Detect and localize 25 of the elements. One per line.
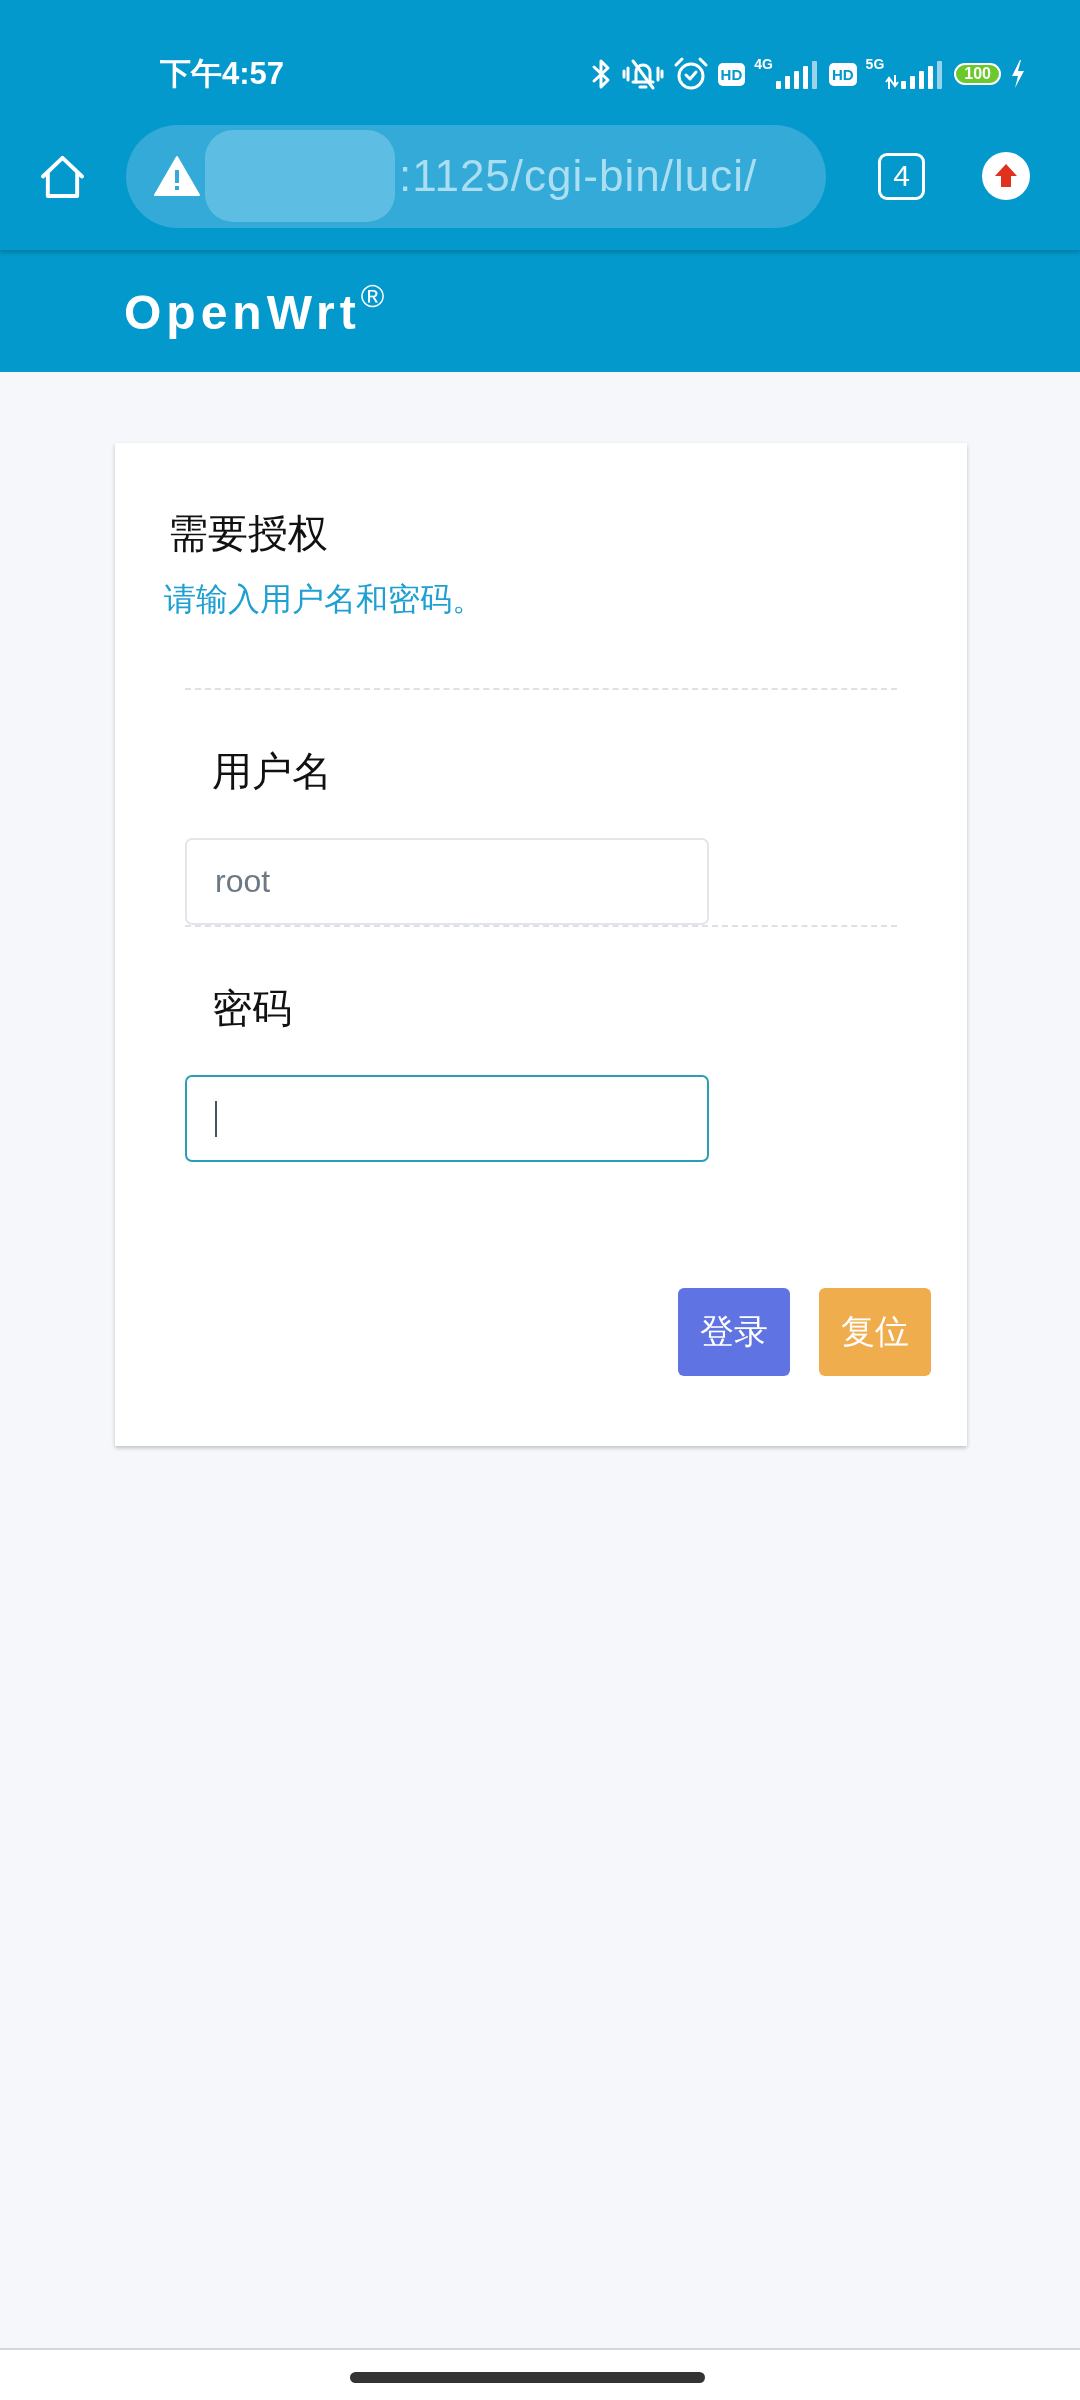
reset-button[interactable]: 复位 xyxy=(819,1288,931,1376)
warning-icon xyxy=(153,155,201,197)
alarm-clock-icon xyxy=(672,56,709,92)
input-field[interactable] xyxy=(185,1075,709,1162)
network-type-label: 5G xyxy=(865,57,885,72)
hd-badge: HD xyxy=(828,62,857,86)
login-button[interactable]: 登录 xyxy=(678,1288,790,1376)
card-subtitle: 请输入用户名和密码。 xyxy=(164,580,485,619)
address-bar[interactable]: :1125/cgi-bin/luci/ xyxy=(126,124,826,228)
input-field[interactable]: root xyxy=(185,838,709,925)
site-title: OpenWrt$^{®}$ xyxy=(124,277,385,341)
url-text: :1125/cgi-bin/luci/ xyxy=(399,151,758,201)
bell-off-icon xyxy=(621,57,664,91)
tab-count-button[interactable]: 4 xyxy=(878,152,925,200)
network-type-label: 4G xyxy=(754,57,773,72)
text-cursor-icon xyxy=(215,1100,217,1137)
signal-bars-icon xyxy=(773,59,820,89)
field-label: 用户名 xyxy=(212,748,333,795)
hd-badge: HD xyxy=(717,62,746,86)
card-title: 需要授权 xyxy=(168,510,329,557)
field-label: 密码 xyxy=(212,985,293,1032)
battery-indicator: 100 xyxy=(954,63,1001,85)
home-icon[interactable] xyxy=(39,153,86,199)
status-time: 下午4:57 xyxy=(160,56,285,92)
bolt-icon xyxy=(1010,59,1026,89)
